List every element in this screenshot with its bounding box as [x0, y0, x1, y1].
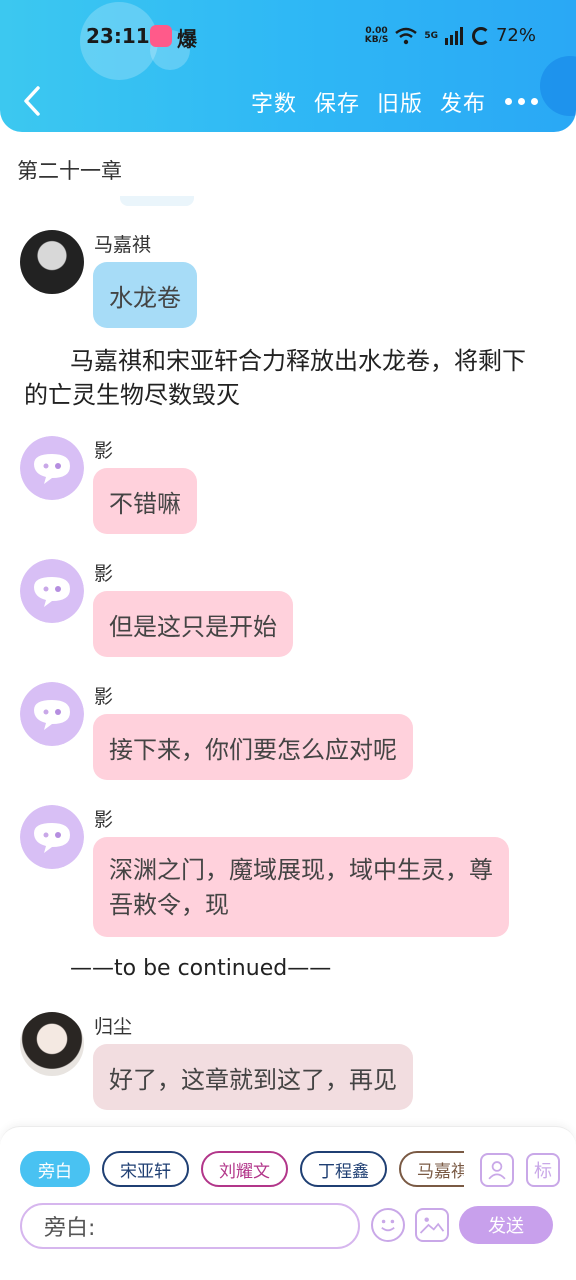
status-time: 23:11: [86, 24, 150, 48]
save-button[interactable]: 保存: [314, 86, 360, 118]
chat-bubble-avatar-icon[interactable]: [20, 559, 84, 623]
wifi-icon: [395, 27, 418, 44]
sender-name: 影: [94, 686, 114, 708]
message-bubble[interactable]: 好了，这章就到这了，再见: [93, 1044, 413, 1110]
mark-icon[interactable]: 标: [526, 1153, 560, 1187]
narration-text[interactable]: 马嘉祺和宋亚轩合力释放出水龙卷，将剩下的亡灵生物尽数毁灭: [24, 344, 544, 412]
clipped-previous-bubble: [120, 196, 194, 206]
sender-name: 归尘: [94, 1016, 133, 1038]
message-bubble[interactable]: 水龙卷: [93, 262, 197, 328]
more-options-icon[interactable]: [505, 98, 538, 105]
message-bubble[interactable]: 不错嘛: [93, 468, 197, 534]
sender-name: 影: [94, 563, 114, 585]
chapter-title: 第二十一章: [17, 159, 122, 183]
message-bubble[interactable]: 但是这只是开始: [93, 591, 293, 657]
back-arrow-icon[interactable]: [18, 84, 48, 118]
sender-name: 影: [94, 440, 114, 462]
word-count-button[interactable]: 字数: [251, 86, 297, 118]
publish-button[interactable]: 发布: [440, 86, 486, 118]
composer-panel: 旁白 宋亚轩 刘耀文 丁程鑫 马嘉祺 标 旁白: 发送: [0, 1126, 576, 1280]
status-bar: 23:11 爆 0.00 KB/S 5G 72%: [0, 22, 576, 54]
role-chip[interactable]: 刘耀文: [201, 1151, 288, 1187]
network-type: 5G: [424, 30, 438, 41]
avatar[interactable]: [20, 230, 84, 294]
header-toolbar: 字数 保存 旧版 发布: [251, 86, 486, 118]
chat-bubble-avatar-icon[interactable]: [20, 682, 84, 746]
send-button[interactable]: 发送: [459, 1206, 553, 1244]
message-bubble[interactable]: 接下来，你们要怎么应对呢: [93, 714, 413, 780]
sender-name: 影: [94, 809, 114, 831]
battery-ring-icon: [471, 26, 490, 45]
net-speed-unit: KB/S: [364, 34, 389, 45]
add-role-icon[interactable]: [480, 1153, 514, 1187]
battery-level: 72%: [495, 25, 536, 46]
to-be-continued-text[interactable]: ——to be continued——: [70, 956, 331, 981]
message-bubble[interactable]: 深渊之门，魔域展现，域中生灵，尊吾敕令，现: [93, 837, 509, 937]
chat-bubble-avatar-icon[interactable]: [20, 805, 84, 869]
old-version-button[interactable]: 旧版: [377, 86, 423, 118]
image-icon[interactable]: [415, 1208, 449, 1242]
app-notification-icon: [150, 25, 172, 47]
top-header: 23:11 爆 0.00 KB/S 5G 72% 字数 保存 旧版 发布: [0, 0, 576, 132]
role-chip-narration[interactable]: 旁白: [20, 1151, 90, 1187]
chat-bubble-avatar-icon[interactable]: [20, 436, 84, 500]
decor-bubble: [540, 56, 576, 116]
emoji-icon[interactable]: [371, 1208, 405, 1242]
avatar[interactable]: [20, 1012, 84, 1076]
signal-icon: [444, 26, 463, 45]
status-right: 0.00 KB/S 5G 72%: [365, 25, 536, 46]
net-speed: 0.00 KB/S: [364, 26, 389, 45]
sender-name: 马嘉祺: [94, 234, 152, 256]
role-chip[interactable]: 宋亚轩: [102, 1151, 189, 1187]
role-chip[interactable]: 马嘉祺: [399, 1151, 464, 1187]
role-chip[interactable]: 丁程鑫: [300, 1151, 387, 1187]
message-input[interactable]: 旁白:: [20, 1203, 360, 1249]
role-chips: 旁白 宋亚轩 刘耀文 丁程鑫 马嘉祺: [20, 1151, 464, 1191]
app-badge-text: 爆: [177, 27, 197, 51]
